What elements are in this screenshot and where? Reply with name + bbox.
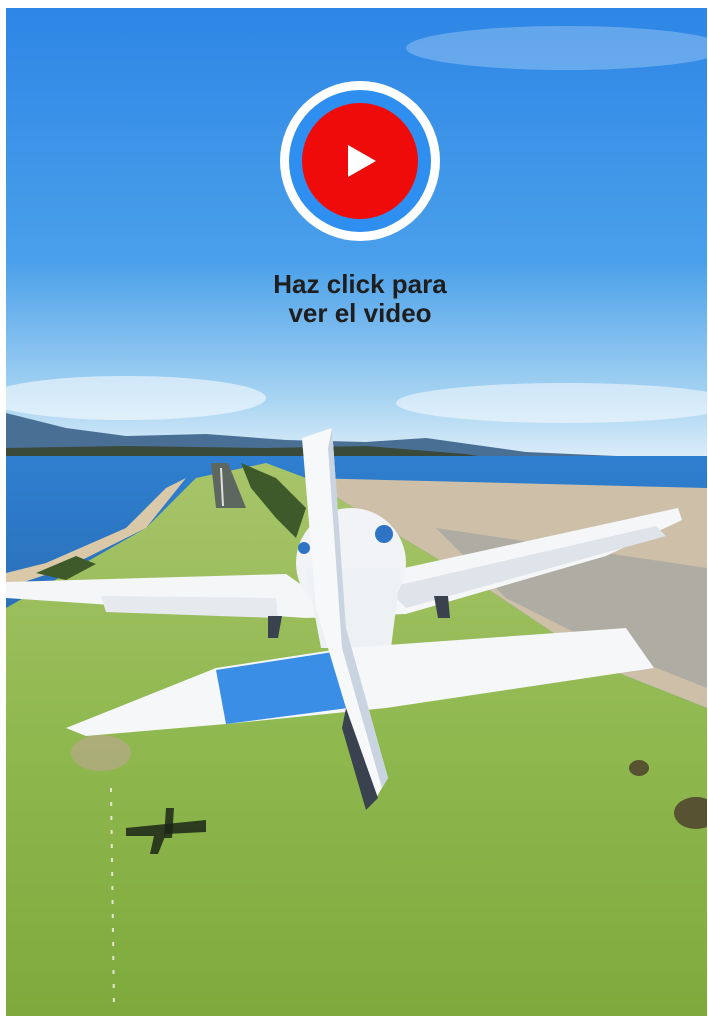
- play-icon: [348, 145, 376, 177]
- video-thumbnail[interactable]: Haz click para ver el video: [6, 8, 707, 1016]
- video-caption[interactable]: Haz click para ver el video: [206, 270, 514, 328]
- play-video-button[interactable]: [280, 81, 440, 241]
- caption-line-2: ver el video: [288, 298, 432, 328]
- caption-line-1: Haz click para: [273, 269, 447, 299]
